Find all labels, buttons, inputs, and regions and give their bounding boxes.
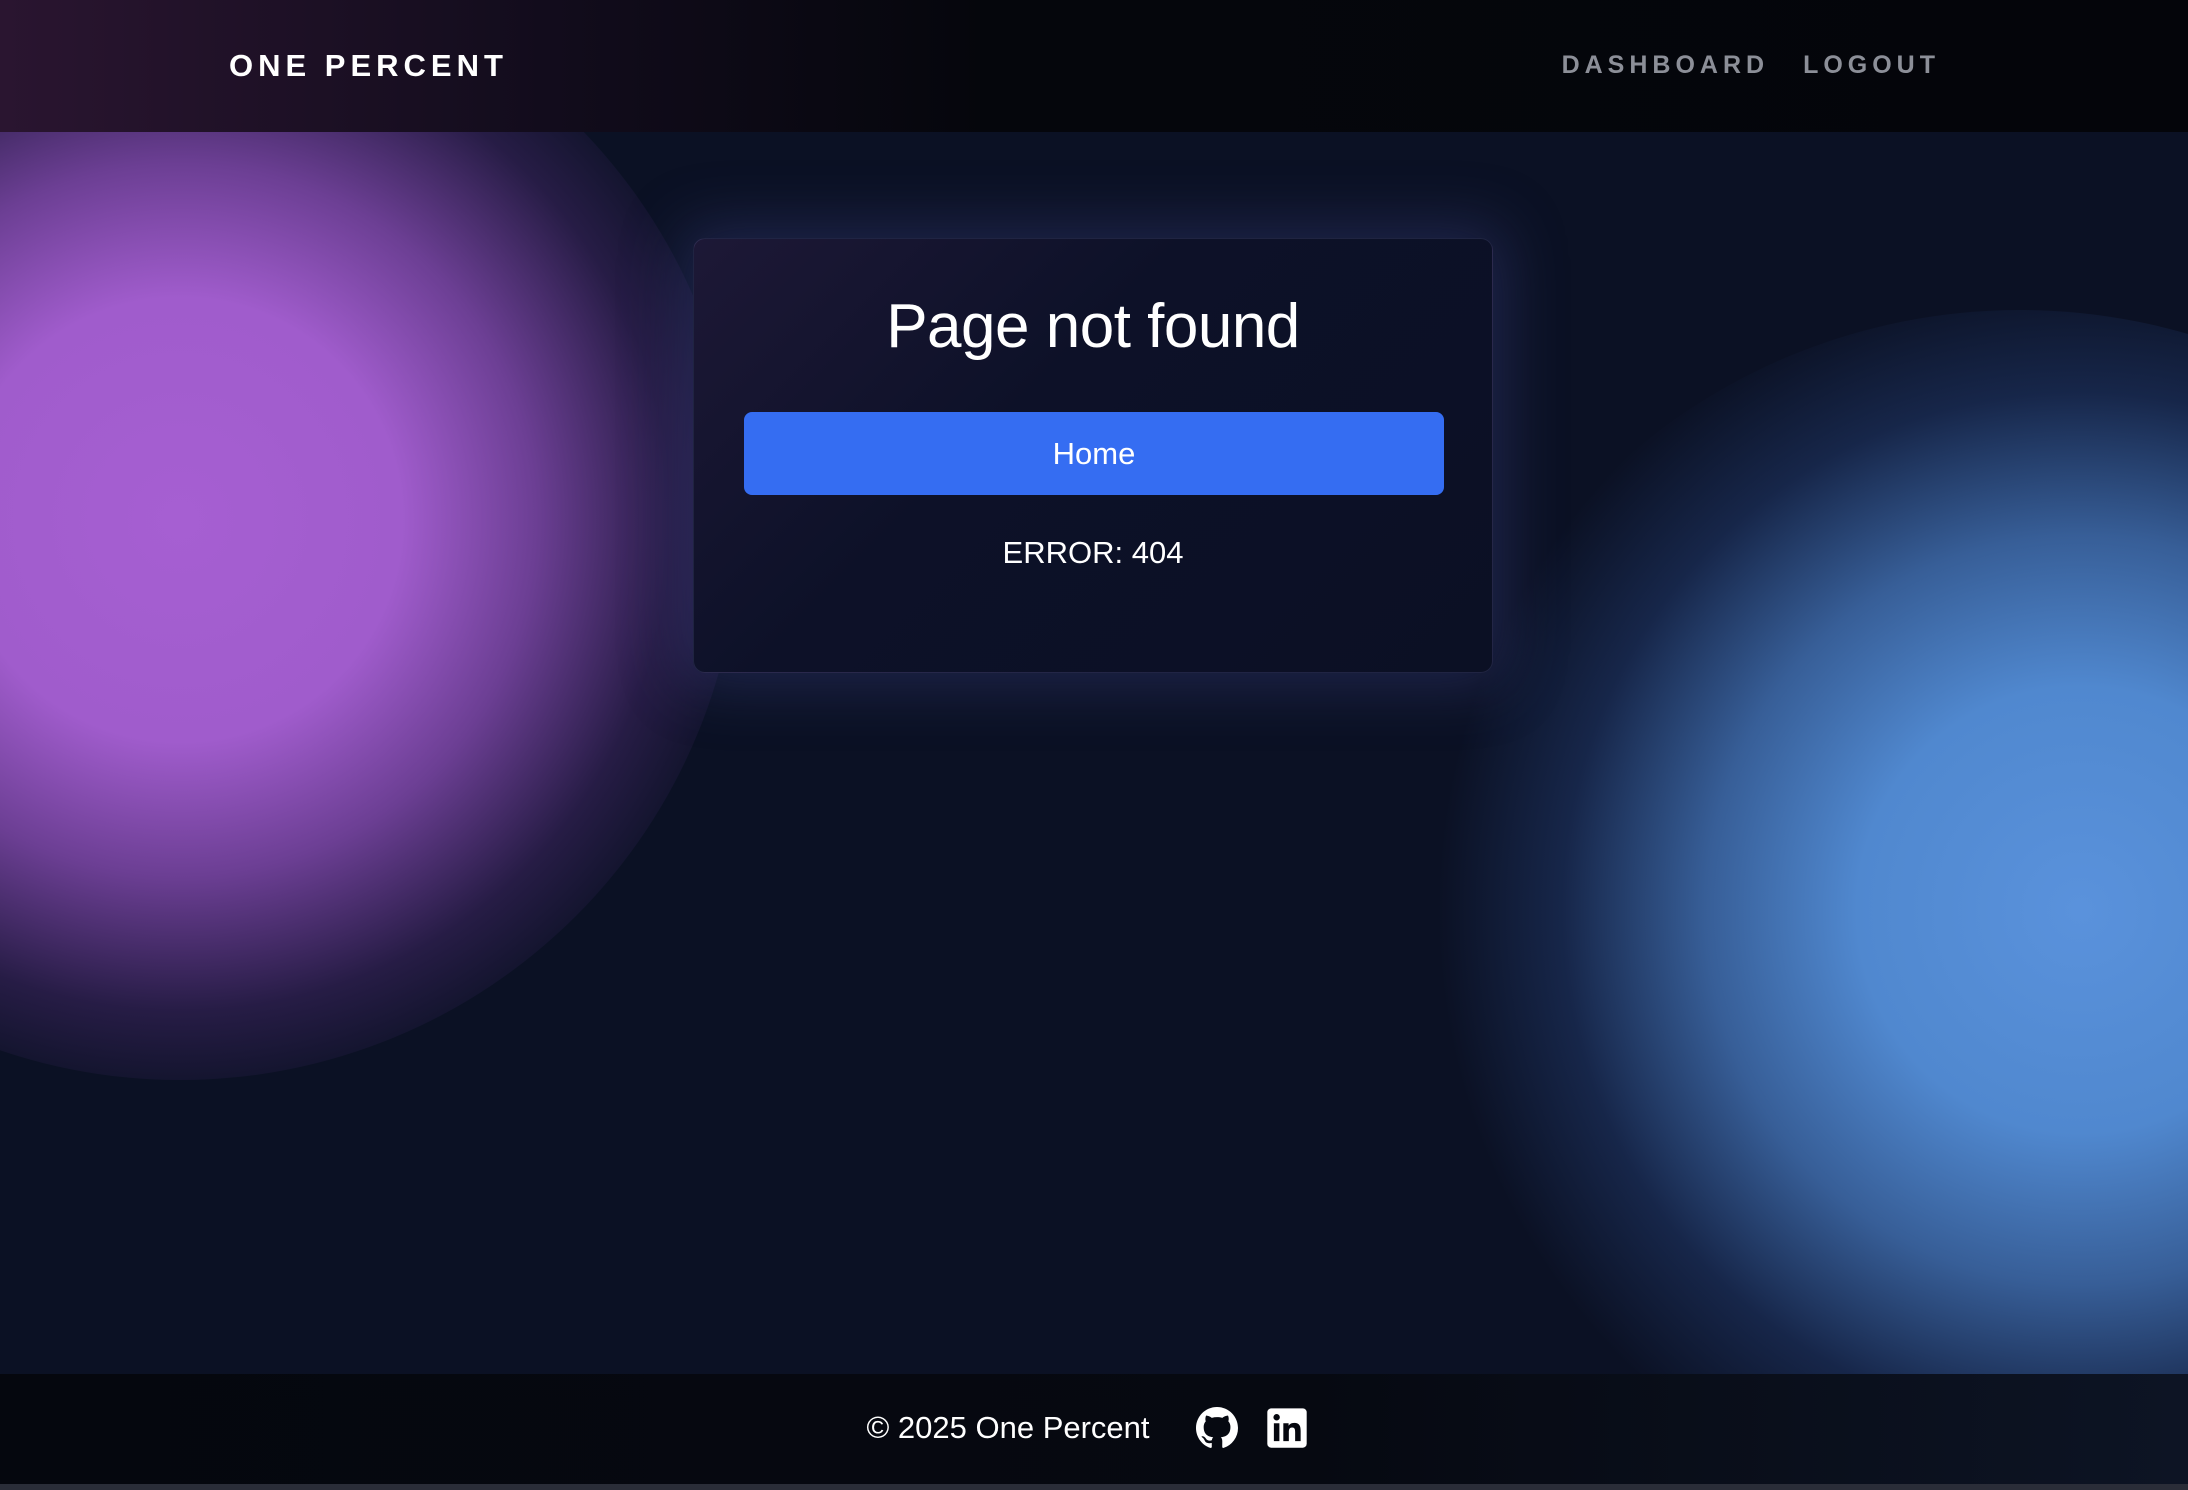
window-bottom-border: [0, 1484, 2188, 1490]
github-icon[interactable]: [1195, 1407, 1238, 1449]
error-code-text: ERROR: 404: [1002, 535, 1184, 570]
purple-glow-background: [0, 0, 740, 1080]
nav-dashboard-link[interactable]: DASHBOARD: [1562, 51, 1770, 80]
page-title: Page not found: [886, 292, 1300, 361]
footer: © 2025 One Percent: [0, 1374, 2188, 1490]
brand-logo-text[interactable]: ONE PERCENT: [229, 48, 508, 84]
top-navbar: ONE PERCENT DASHBOARD LOGOUT: [0, 0, 2188, 132]
page: ONE PERCENT DASHBOARD LOGOUT Page not fo…: [0, 0, 2188, 1490]
nav-logout-link[interactable]: LOGOUT: [1803, 51, 1940, 80]
nav-links: DASHBOARD LOGOUT: [1562, 51, 1940, 80]
linkedin-icon[interactable]: [1266, 1407, 1308, 1449]
not-found-card: Page not found Home ERROR: 404: [693, 238, 1493, 673]
blue-glow-background: [1420, 310, 2188, 1490]
home-button[interactable]: Home: [744, 412, 1444, 495]
copyright-text: © 2025 One Percent: [866, 1410, 1150, 1445]
